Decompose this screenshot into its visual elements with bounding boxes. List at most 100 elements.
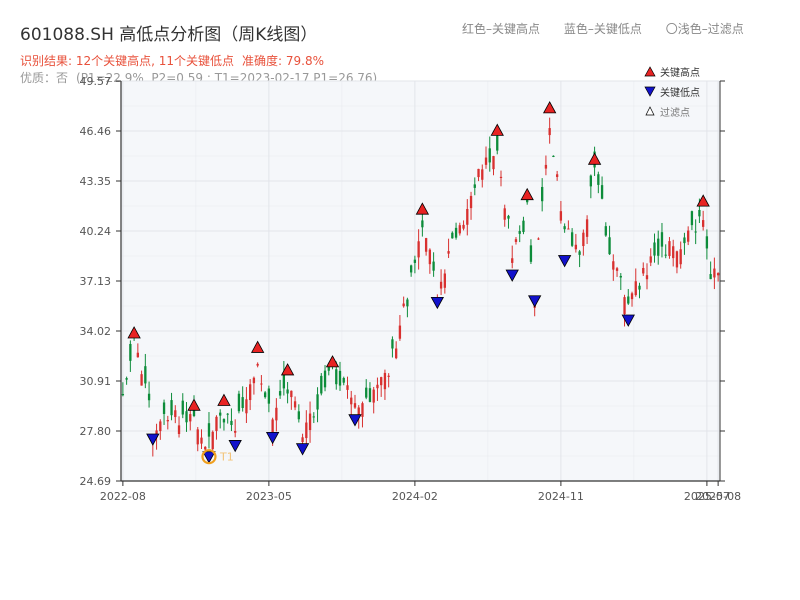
candle-body — [204, 446, 207, 450]
candle-body — [716, 273, 720, 276]
legend-high-label: 关键高点 — [660, 66, 700, 79]
candle-body — [443, 273, 446, 288]
candle-body — [387, 375, 390, 377]
candle-body — [413, 259, 417, 263]
candle-body — [660, 232, 664, 247]
candle-body — [391, 339, 394, 349]
candle-body — [211, 431, 214, 450]
candle-body — [424, 238, 428, 252]
candle-body — [630, 293, 634, 300]
candle-body — [638, 285, 641, 290]
candle-body — [518, 230, 521, 234]
candle-body — [514, 239, 518, 242]
candle-body — [170, 400, 173, 416]
candle-body — [578, 251, 581, 255]
candle-body — [458, 225, 461, 234]
candle-body — [219, 412, 222, 416]
candle-body — [278, 391, 282, 396]
x-tick-label: 2023-05 — [246, 490, 292, 503]
candle-body — [263, 392, 267, 398]
candle-body — [342, 377, 345, 383]
candle-body — [608, 237, 611, 255]
candle-body — [361, 403, 364, 417]
candle-body — [174, 410, 177, 418]
candle-body — [432, 261, 435, 271]
candle-body — [701, 220, 705, 227]
candle-body — [320, 375, 323, 394]
candle-body — [503, 208, 506, 220]
candle-body — [335, 369, 338, 385]
candle-body — [234, 430, 237, 433]
candle-body — [421, 220, 424, 228]
candle-body — [657, 238, 660, 256]
candle-body — [200, 437, 203, 444]
candle-body — [496, 135, 499, 151]
candle-body — [406, 299, 409, 307]
filtered-point-label: T1 — [219, 451, 234, 464]
legend-filtered-label: 过滤点 — [660, 106, 690, 119]
candlestick-chart: 24.69 27.80 30.91 34.02 37.13 40.24 43.35 46.46… — [80, 66, 742, 503]
candle-body — [380, 377, 383, 386]
candle-body — [323, 370, 327, 388]
candle-body — [675, 251, 679, 268]
candle-body — [398, 325, 402, 339]
candle-body — [222, 419, 226, 423]
candle-body — [589, 175, 593, 187]
candle-body — [627, 296, 630, 304]
candle-body — [623, 297, 626, 315]
y-tick-label: 37.13 — [80, 275, 112, 288]
candle-body — [147, 393, 151, 401]
candle-body — [297, 411, 300, 420]
candle-body — [679, 249, 682, 265]
candle-body — [383, 372, 387, 390]
candle-body — [548, 128, 551, 136]
candle-body — [615, 268, 619, 271]
legend-low-label: 关键低点 — [660, 86, 700, 99]
candle-body — [600, 185, 604, 199]
candle-body — [642, 267, 645, 274]
candle-body — [368, 388, 372, 402]
candle-body — [466, 208, 469, 225]
candle-body — [207, 423, 211, 437]
candle-body — [121, 394, 125, 396]
candle-body — [353, 403, 357, 408]
candle-body — [664, 254, 667, 256]
candle-body — [507, 215, 510, 219]
candle-body — [511, 258, 514, 263]
candle-body — [241, 397, 244, 408]
candle-body — [537, 238, 540, 240]
candle-body — [649, 256, 652, 263]
candle-body — [177, 425, 181, 435]
y-tick-label: 40.24 — [80, 225, 112, 238]
candle-body — [544, 164, 548, 169]
x-tick-label: 2022-08 — [100, 490, 146, 503]
candle-body — [140, 374, 143, 386]
candle-body — [305, 422, 308, 439]
candle-body — [346, 385, 349, 390]
candle-body — [260, 383, 263, 385]
candle-body — [477, 168, 480, 178]
candle-body — [683, 237, 686, 244]
candle-body — [245, 399, 248, 414]
candle-body — [144, 366, 147, 384]
x-tick-label: 2024-11 — [538, 490, 584, 503]
candle-body — [529, 245, 533, 262]
candle-body — [365, 387, 368, 398]
candle-body — [162, 402, 166, 414]
candle-body — [522, 220, 525, 233]
candle-body — [252, 377, 256, 384]
candle-body — [395, 348, 398, 359]
candle-body — [709, 274, 712, 280]
candle-body — [230, 420, 233, 426]
x-tick-label: 2024-02 — [392, 490, 438, 503]
candle-body — [372, 389, 375, 403]
candle-body — [597, 174, 600, 185]
candle-body — [196, 429, 199, 445]
candle-body — [668, 241, 671, 256]
candle-body — [563, 226, 566, 230]
candle-body — [125, 378, 128, 380]
candle-body — [409, 265, 413, 273]
candle-body — [713, 268, 716, 278]
candle-body — [672, 246, 675, 259]
candle-body — [350, 397, 353, 405]
